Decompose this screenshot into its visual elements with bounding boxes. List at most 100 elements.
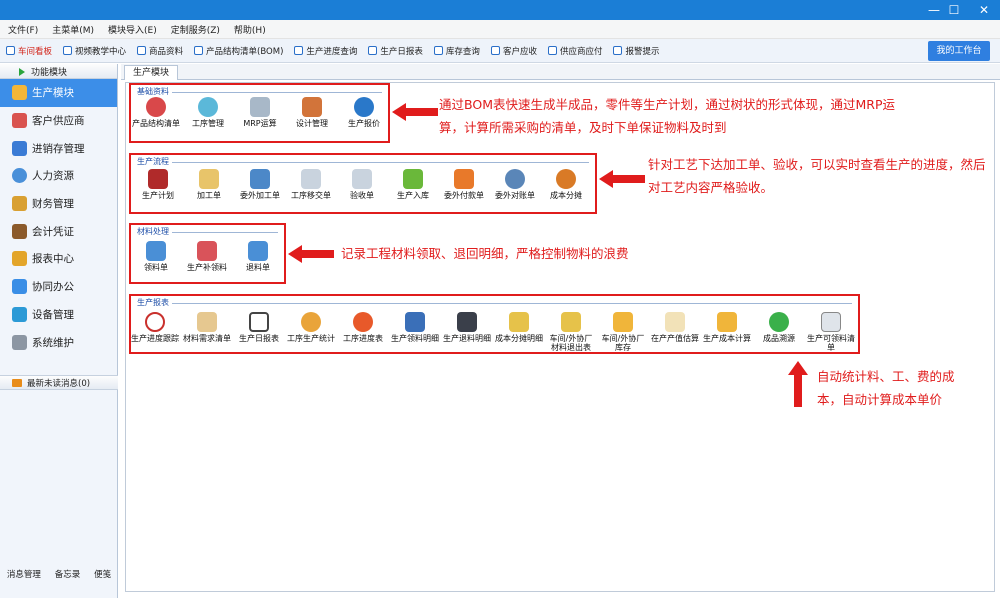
books-icon [405,312,425,332]
progress-icon [294,46,304,55]
toolbar-product-info[interactable]: 商品资料 [137,45,183,57]
building-icon [302,97,322,117]
folder-icon [12,85,27,101]
item-material-return[interactable]: 退料单 [233,241,283,273]
toolbar-progress-query[interactable]: 生产进度查询 [294,45,357,57]
item-work-order[interactable]: 加工单 [184,169,234,201]
item-progress-tracking[interactable]: 生产进度跟踪 [130,312,180,344]
message-management-link[interactable]: 消息管理 [7,568,41,580]
checklist-icon [301,169,321,189]
menu-custom-service[interactable]: 定制服务(Z) [171,23,220,36]
notes-link[interactable]: 便笺 [94,568,111,580]
sidebar-item-reports[interactable]: 报表中心 [0,245,117,273]
toolbar-daily-report[interactable]: 生产日报表 [368,45,423,57]
group-divider [137,303,852,304]
receivable-icon [490,46,500,55]
sidebar-item-production[interactable]: 生产模块 [0,79,117,107]
item-wip-value[interactable]: 在产产值估算 [650,312,700,344]
toolbar-receivables[interactable]: 客户应收 [490,45,537,57]
item-outsourced-order[interactable]: 委外加工单 [235,169,285,201]
item-product-traceability[interactable]: 成品溯源 [754,312,804,344]
close-button[interactable]: ✕ [966,0,1000,20]
equipment-icon [12,306,27,322]
item-available-material[interactable]: 生产可领料清单 [806,312,856,352]
bar-chart-icon [12,251,27,267]
menu-file[interactable]: 文件(F) [8,23,38,36]
sidebar-item-inventory[interactable]: 进销存管理 [0,134,117,162]
stock-icon [433,46,443,55]
group-title: 生产流程 [137,157,172,166]
item-requisition-detail[interactable]: 生产领料明细 [390,312,440,344]
toolbar-stock-query[interactable]: 库存查询 [433,45,480,57]
item-production-plan[interactable]: 生产计划 [133,169,183,201]
group-divider [137,92,382,93]
toolbar-video-center[interactable]: 视频教学中心 [63,45,126,57]
tab-bar: 生产模块 [121,64,1000,80]
unread-messages[interactable]: 最新未读消息(0) [0,375,118,390]
item-material-demand[interactable]: 材料需求清单 [182,312,232,344]
annotation-arrow-3 [288,245,334,263]
item-mrp[interactable]: MRP运算 [235,97,285,129]
menu-module-import[interactable]: 模块导入(E) [108,23,157,36]
annotation-note-bom: 通过BOM表快速生成半成品，零件等生产计划，通过树状的形式体现，通过MRP运算，… [439,97,895,135]
item-cost-allocation[interactable]: 成本分摊 [541,169,591,201]
tab-production[interactable]: 生产模块 [124,65,179,80]
toolbar-payables[interactable]: 供应商应付 [547,45,602,57]
pen-icon [250,97,270,117]
group-title: 材料处理 [137,227,172,236]
item-workshop-material-out[interactable]: 车间/外协厂材料退出表 [546,312,596,352]
board-icon [6,46,15,55]
menu-main[interactable]: 主菜单(M) [52,23,94,36]
payable-icon [547,46,557,55]
sidebar-item-office[interactable]: 协同办公 [0,273,117,301]
item-supplementary-requisition[interactable]: 生产补领料 [182,241,232,273]
toolbar-workshop-board[interactable]: 车间看板 [6,45,52,57]
calendar-icon [665,312,685,332]
annotation-arrow-1 [392,103,438,121]
item-process-management[interactable]: 工序管理 [183,97,233,129]
pie-ball-icon [146,97,166,117]
network-icon [12,279,27,295]
item-production-quote[interactable]: 生产报价 [339,97,389,129]
item-return-detail[interactable]: 生产退料明细 [442,312,492,344]
sidebar-item-equipment[interactable]: 设备管理 [0,301,117,329]
menu-help[interactable]: 帮助(H) [234,23,266,36]
item-workshop-stock[interactable]: 车间/外协厂库存 [598,312,648,352]
item-process-statistics[interactable]: 工序生产统计 [286,312,336,344]
money-icon [12,196,27,212]
users-icon [12,113,27,129]
edit-icon [197,312,217,332]
annotation-note-flow: 针对工艺下达加工单、验收，可以实时查看生产的进度，然后对工艺内容严格验收。 [648,157,986,195]
item-acceptance[interactable]: 验收单 [337,169,387,201]
item-outsourced-payment[interactable]: 委外付款单 [439,169,489,201]
item-cost-allocation-detail[interactable]: 成本分摊明细 [494,312,544,344]
sidebar-item-voucher[interactable]: 会计凭证 [0,217,117,245]
title-bar: — ☐ ✕ [0,0,1000,20]
product-icon [137,46,147,55]
module-content: 基础资料 产品结构清单 工序管理 MRP运算 设计管理 生产报价 生产流程 生产… [125,82,995,592]
toolbar-alerts[interactable]: 报警提示 [613,45,659,57]
arrow-left-icon [403,169,423,189]
item-daily-report[interactable]: 生产日报表 [234,312,284,344]
item-material-requisition[interactable]: 领料单 [131,241,181,273]
item-cost-calculation[interactable]: 生产成本计算 [702,312,752,344]
item-outsourced-statement[interactable]: 委外对账单 [490,169,540,201]
phone-icon [457,312,477,332]
toolbar-bom[interactable]: 产品结构清单(BOM) [194,45,283,57]
item-design-management[interactable]: 设计管理 [287,97,337,129]
group-divider [137,162,589,163]
clock-icon [145,312,165,332]
item-process-progress[interactable]: 工序进度表 [338,312,388,344]
item-production-inbound[interactable]: 生产入库 [388,169,438,201]
item-bom[interactable]: 产品结构清单 [131,97,181,129]
memo-link[interactable]: 备忘录 [55,568,81,580]
sidebar-item-customer-supplier[interactable]: 客户供应商 [0,107,117,135]
sidebar-item-hr[interactable]: 人力资源 [0,162,117,190]
sidebar-item-finance[interactable]: 财务管理 [0,190,117,218]
sidebar-bottom-links: 消息管理 备忘录 便笺 [0,568,118,580]
item-process-transfer[interactable]: 工序移交单 [286,169,336,201]
group-production-flow: 生产流程 生产计划 加工单 委外加工单 工序移交单 验收单 生产入库 委外付款单… [129,153,597,214]
disc-icon [198,97,218,117]
my-workbench-button[interactable]: 我的工作台 [928,41,990,61]
sidebar-item-system[interactable]: 系统维护 [0,328,117,356]
